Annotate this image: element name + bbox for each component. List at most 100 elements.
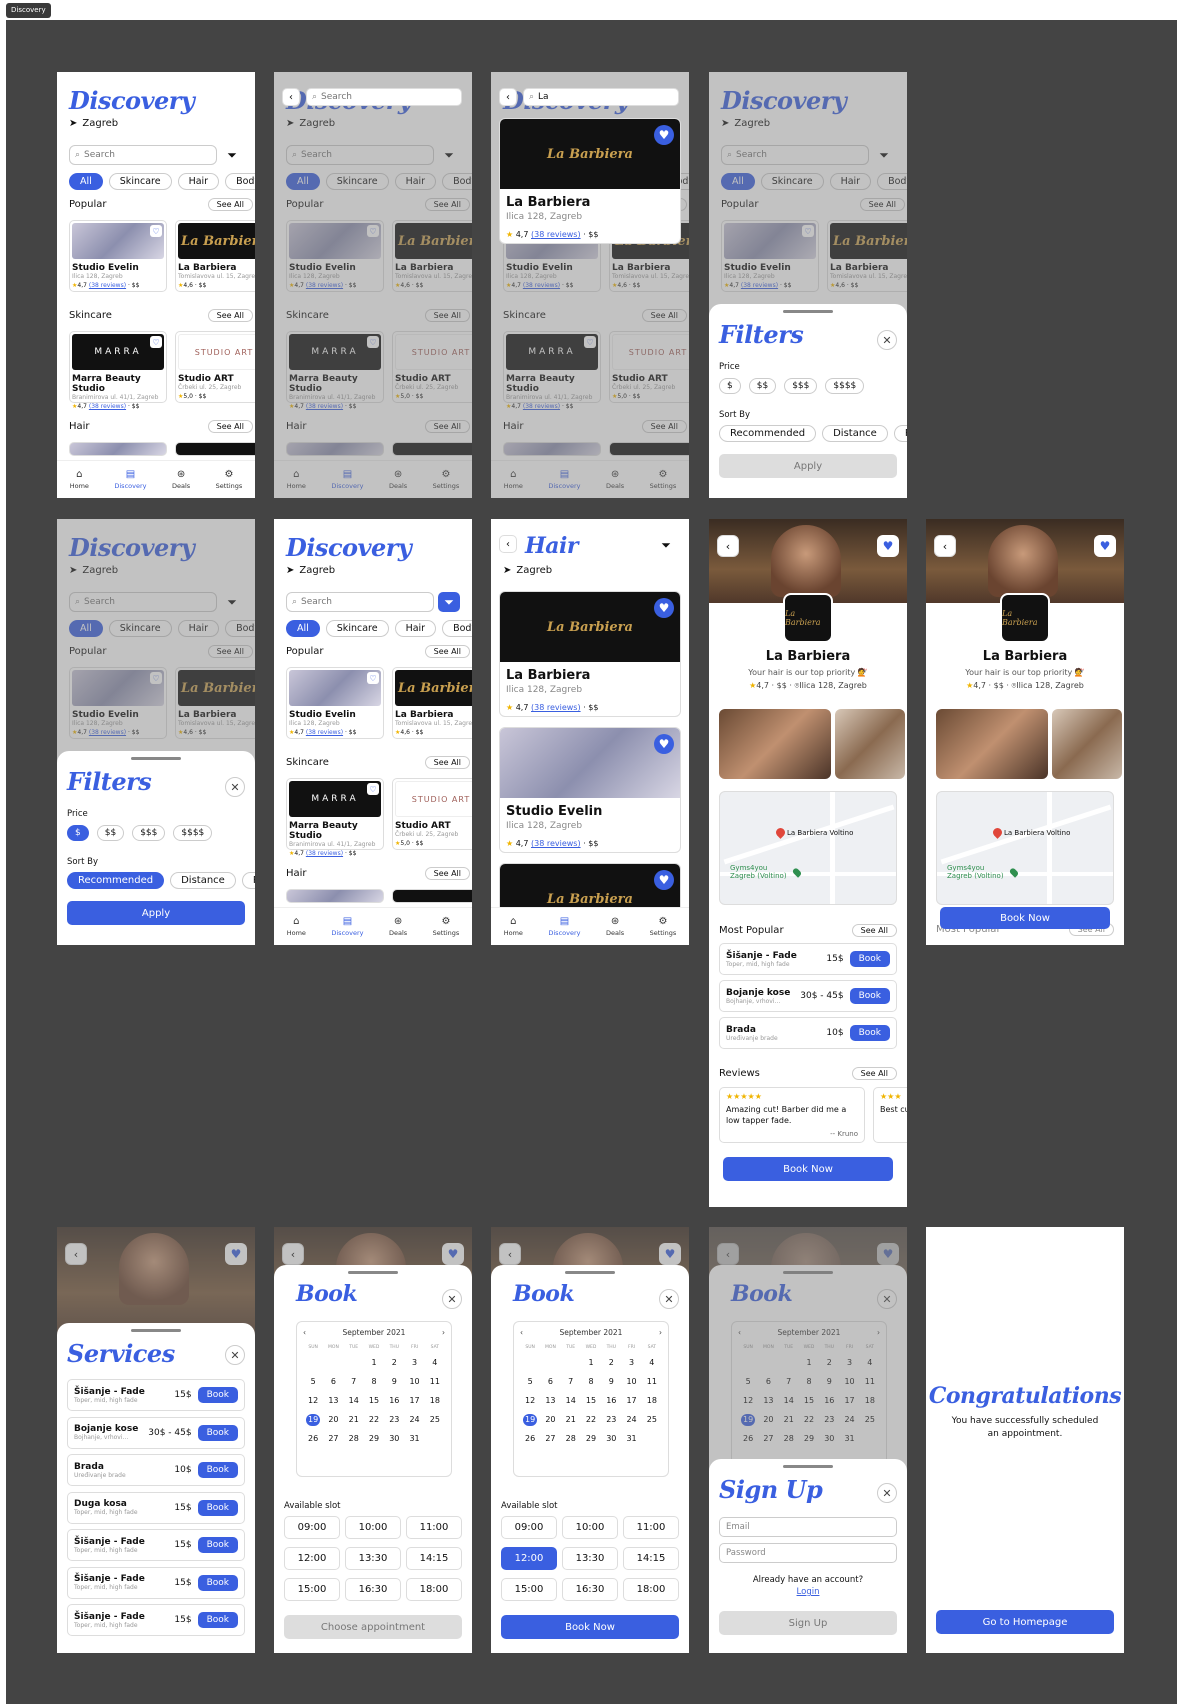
calendar-day[interactable]: 3: [404, 1357, 424, 1369]
calendar-day[interactable]: 11: [642, 1376, 662, 1388]
nav-deals[interactable]: ⊛ Deals: [606, 916, 624, 937]
book-button[interactable]: Book: [849, 988, 890, 1004]
calendar-day[interactable]: 28: [561, 1433, 581, 1445]
back-arrow-icon[interactable]: ‹: [282, 88, 300, 106]
filter-button[interactable]: ⏷: [221, 145, 243, 165]
back-arrow-icon[interactable]: ‹: [934, 535, 956, 557]
time-slot[interactable]: 16:30: [562, 1578, 618, 1601]
heart-icon[interactable]: ♥: [877, 535, 899, 557]
time-slot[interactable]: 10:00: [345, 1516, 401, 1539]
sheet-grabber[interactable]: [565, 1271, 615, 1274]
book-button[interactable]: Book: [197, 1387, 238, 1403]
time-slot[interactable]: 10:00: [562, 1516, 618, 1539]
calendar-day[interactable]: 22: [581, 1414, 601, 1426]
calendar-day[interactable]: 1: [364, 1357, 384, 1369]
calendar-day[interactable]: 25: [642, 1414, 662, 1426]
calendar-day[interactable]: 6: [540, 1376, 560, 1388]
calendar-day[interactable]: 29: [364, 1433, 384, 1445]
location[interactable]: ➤ Zagreb: [69, 118, 118, 129]
reviews-link[interactable]: (38 reviews): [531, 230, 581, 239]
time-slot[interactable]: 16:30: [345, 1578, 401, 1601]
calendar-day[interactable]: 29: [581, 1433, 601, 1445]
gallery-photo[interactable]: [936, 709, 1048, 779]
book-button[interactable]: Book: [197, 1499, 238, 1516]
chip-hair[interactable]: Hair: [394, 620, 437, 637]
time-slot[interactable]: 11:00: [406, 1516, 462, 1539]
chip-body[interactable]: Body: [225, 173, 255, 190]
nav-discovery[interactable]: ▤ Discovery: [331, 916, 363, 937]
calendar-day[interactable]: 19: [523, 1414, 538, 1426]
heart-icon[interactable]: ♥: [654, 125, 674, 145]
chip-skincare[interactable]: Skincare: [325, 620, 389, 637]
see-all-button[interactable]: See All: [207, 198, 253, 211]
reviews-link[interactable]: (38 reviews): [89, 403, 126, 410]
calendar-day[interactable]: 9: [384, 1376, 404, 1388]
chip-body[interactable]: Body: [442, 620, 472, 637]
calendar-day[interactable]: 21: [344, 1414, 364, 1426]
calendar-day[interactable]: 12: [520, 1395, 540, 1407]
calendar-day[interactable]: 27: [323, 1433, 343, 1445]
place-card[interactable]: ♡ Studio EvelinIlica 128, Zagreb ★4,7 (38 …: [286, 667, 384, 739]
place-card[interactable]: [69, 442, 167, 456]
chip-skincare[interactable]: Skincare: [108, 173, 172, 190]
place-card[interactable]: [392, 889, 472, 903]
chip-all[interactable]: All: [286, 620, 320, 637]
calendar-day[interactable]: 14: [344, 1395, 364, 1407]
place-card[interactable]: La Barbiera♡La BarbieraTomislavova ul. 1…: [175, 220, 255, 292]
calendar-day[interactable]: 24: [404, 1414, 424, 1426]
sheet-grabber[interactable]: [131, 757, 181, 760]
place-card[interactable]: MARRA ♡ Marra Beauty StudioBranimirova ul.…: [69, 331, 167, 410]
calendar-day[interactable]: 19: [306, 1414, 321, 1426]
reviews-link[interactable]: (38 reviews): [531, 839, 581, 848]
calendar-day[interactable]: 13: [540, 1395, 560, 1407]
filter-button[interactable]: ⏷: [438, 592, 460, 612]
book-now-button[interactable]: Book Now: [723, 1157, 893, 1181]
calendar-day[interactable]: 17: [621, 1395, 641, 1407]
nav-settings[interactable]: ⚙ Settings: [650, 916, 677, 937]
heart-icon[interactable]: ♡: [150, 225, 162, 237]
review-card[interactable]: ★★★ Best cut e: [873, 1087, 907, 1143]
see-all-button[interactable]: See All: [424, 645, 470, 658]
chevron-left-icon[interactable]: ‹: [303, 1328, 306, 1337]
map-view[interactable]: La Barbiera Voltino Gyms4you Zagreb (Volt…: [719, 791, 897, 905]
price-option[interactable]: $$$: [784, 378, 818, 394]
chevron-right-icon[interactable]: ›: [659, 1328, 662, 1337]
nav-home[interactable]: ⌂ Home: [287, 916, 306, 937]
book-button[interactable]: Book: [197, 1612, 238, 1628]
sheet-grabber[interactable]: [783, 310, 833, 313]
choose-appointment-button[interactable]: Choose appointment: [284, 1615, 462, 1639]
back-arrow-icon[interactable]: ‹: [499, 535, 517, 553]
book-button[interactable]: Book: [197, 1537, 238, 1553]
back-arrow-icon[interactable]: ‹: [499, 88, 517, 106]
search-input[interactable]: [84, 150, 195, 160]
nav-settings[interactable]: ⚙ Settings: [433, 916, 460, 937]
result-card[interactable]: La Barbiera ♥ La Barbiera Ilica 128, Zagreb…: [499, 591, 681, 717]
chip-hair[interactable]: Hair: [177, 173, 220, 190]
book-button[interactable]: Book: [197, 1574, 238, 1591]
calendar-day[interactable]: 25: [425, 1414, 445, 1426]
sort-option[interactable]: Rat: [893, 425, 907, 442]
time-slot[interactable]: 12:00: [501, 1547, 557, 1570]
calendar-day[interactable]: 3: [621, 1357, 641, 1369]
calendar-day[interactable]: 10: [404, 1376, 424, 1388]
calendar-day[interactable]: 26: [520, 1433, 540, 1445]
calendar-day[interactable]: 4: [642, 1357, 662, 1369]
price-option[interactable]: $$: [748, 378, 777, 394]
calendar-day[interactable]: 4: [425, 1357, 445, 1369]
reviews-link[interactable]: (38 reviews): [306, 850, 343, 857]
gallery-photo[interactable]: [835, 709, 905, 779]
price-option[interactable]: $$$: [132, 825, 166, 841]
calendar-day[interactable]: 13: [323, 1395, 343, 1407]
time-slot[interactable]: 12:00: [284, 1547, 340, 1570]
gallery-photo[interactable]: [1052, 709, 1122, 779]
heart-icon[interactable]: ♡: [367, 672, 379, 684]
place-card[interactable]: La Barbiera♡La BarbieraTomislavova ul. 1…: [392, 667, 472, 739]
time-slot[interactable]: 18:00: [623, 1578, 679, 1601]
heart-icon[interactable]: ♥: [1094, 535, 1116, 557]
calendar-day[interactable]: 7: [344, 1376, 364, 1388]
time-slot[interactable]: 13:30: [345, 1547, 401, 1570]
sheet-grabber[interactable]: [348, 1271, 398, 1274]
sort-option[interactable]: Recommended: [67, 872, 165, 889]
calendar-day[interactable]: 23: [601, 1414, 621, 1426]
calendar-day[interactable]: 15: [581, 1395, 601, 1407]
